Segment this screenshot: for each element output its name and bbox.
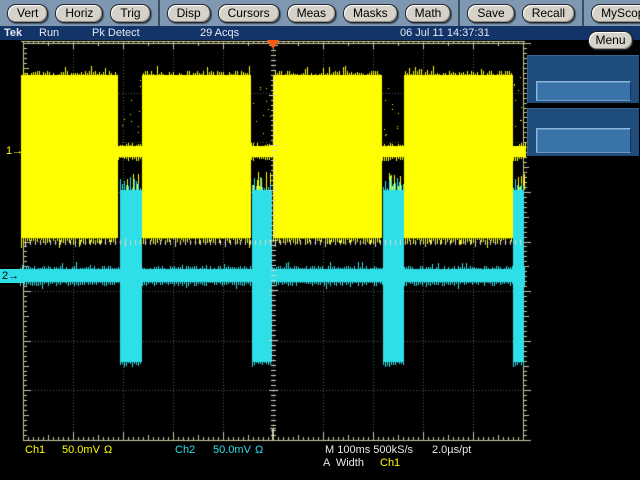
- top-toolbar: Vert Horiz Trig Disp Cursors Meas Masks Math Sav…: [0, 0, 640, 27]
- toolbar-group-4: MyScopeHelp: [582, 0, 640, 26]
- toolbar-group-1: Vert Horiz Trig: [0, 0, 158, 26]
- waveform-display[interactable]: [0, 40, 640, 480]
- status-bar: Tek Run Pk Detect 29 Acqs 06 Jul 11 14:3…: [0, 26, 640, 40]
- ch1-scale-readout: 50.0mV: [62, 444, 100, 456]
- toolbar-button-math[interactable]: Math: [404, 3, 452, 23]
- toolbar-button-myscope[interactable]: MyScope: [591, 3, 640, 23]
- ch1-coupling-readout: Ω: [104, 444, 113, 456]
- acquisition-count: 29 Acqs: [200, 27, 240, 39]
- side-menu-button-2[interactable]: [536, 128, 631, 153]
- datetime: 06 Jul 11 14:37:31: [400, 27, 490, 39]
- tek-logo: Tek: [4, 27, 23, 39]
- toolbar-button-vert[interactable]: Vert: [7, 3, 49, 23]
- toolbar-button-meas[interactable]: Meas: [286, 3, 336, 23]
- ch2-coupling-readout: Ω: [255, 444, 264, 456]
- timebase-readout: M 100ms 500kS/s: [325, 444, 414, 456]
- toolbar-button-disp[interactable]: Disp: [166, 3, 211, 23]
- run-state: Run: [39, 27, 60, 39]
- side-menu-button-1[interactable]: [536, 81, 631, 101]
- toolbar-group-3: Save Recall: [458, 0, 582, 26]
- toolbar-group-2: Disp Cursors Meas Masks Math: [157, 0, 459, 26]
- toolbar-button-masks[interactable]: Masks: [342, 3, 398, 23]
- oscilloscope-screen: Vert Horiz Trig Disp Cursors Meas Masks Math Sav…: [0, 0, 640, 480]
- trigger-type-readout: A Width: [323, 457, 364, 469]
- ch2-position-marker[interactable]: 2→: [0, 269, 23, 283]
- toolbar-button-cursors[interactable]: Cursors: [217, 3, 280, 23]
- toolbar-button-trig[interactable]: Trig: [110, 3, 151, 23]
- side-menu-panel-1: [527, 55, 639, 103]
- ch1-readout-label[interactable]: Ch1: [25, 444, 45, 456]
- ch2-scale-readout: 50.0mV: [213, 444, 251, 456]
- side-menu-panel-2: [527, 108, 639, 156]
- toolbar-button-horiz[interactable]: Horiz: [55, 3, 104, 23]
- toolbar-button-recall[interactable]: Recall: [521, 3, 576, 23]
- ch1-position-marker[interactable]: 1→: [6, 145, 23, 158]
- menu-button[interactable]: Menu: [588, 31, 633, 50]
- ch2-readout-label[interactable]: Ch2: [175, 444, 195, 456]
- resolution-readout: 2.0µs/pt: [432, 444, 472, 456]
- trigger-source-readout: Ch1: [380, 457, 401, 469]
- acquisition-mode: Pk Detect: [92, 27, 140, 39]
- toolbar-button-save[interactable]: Save: [467, 3, 515, 23]
